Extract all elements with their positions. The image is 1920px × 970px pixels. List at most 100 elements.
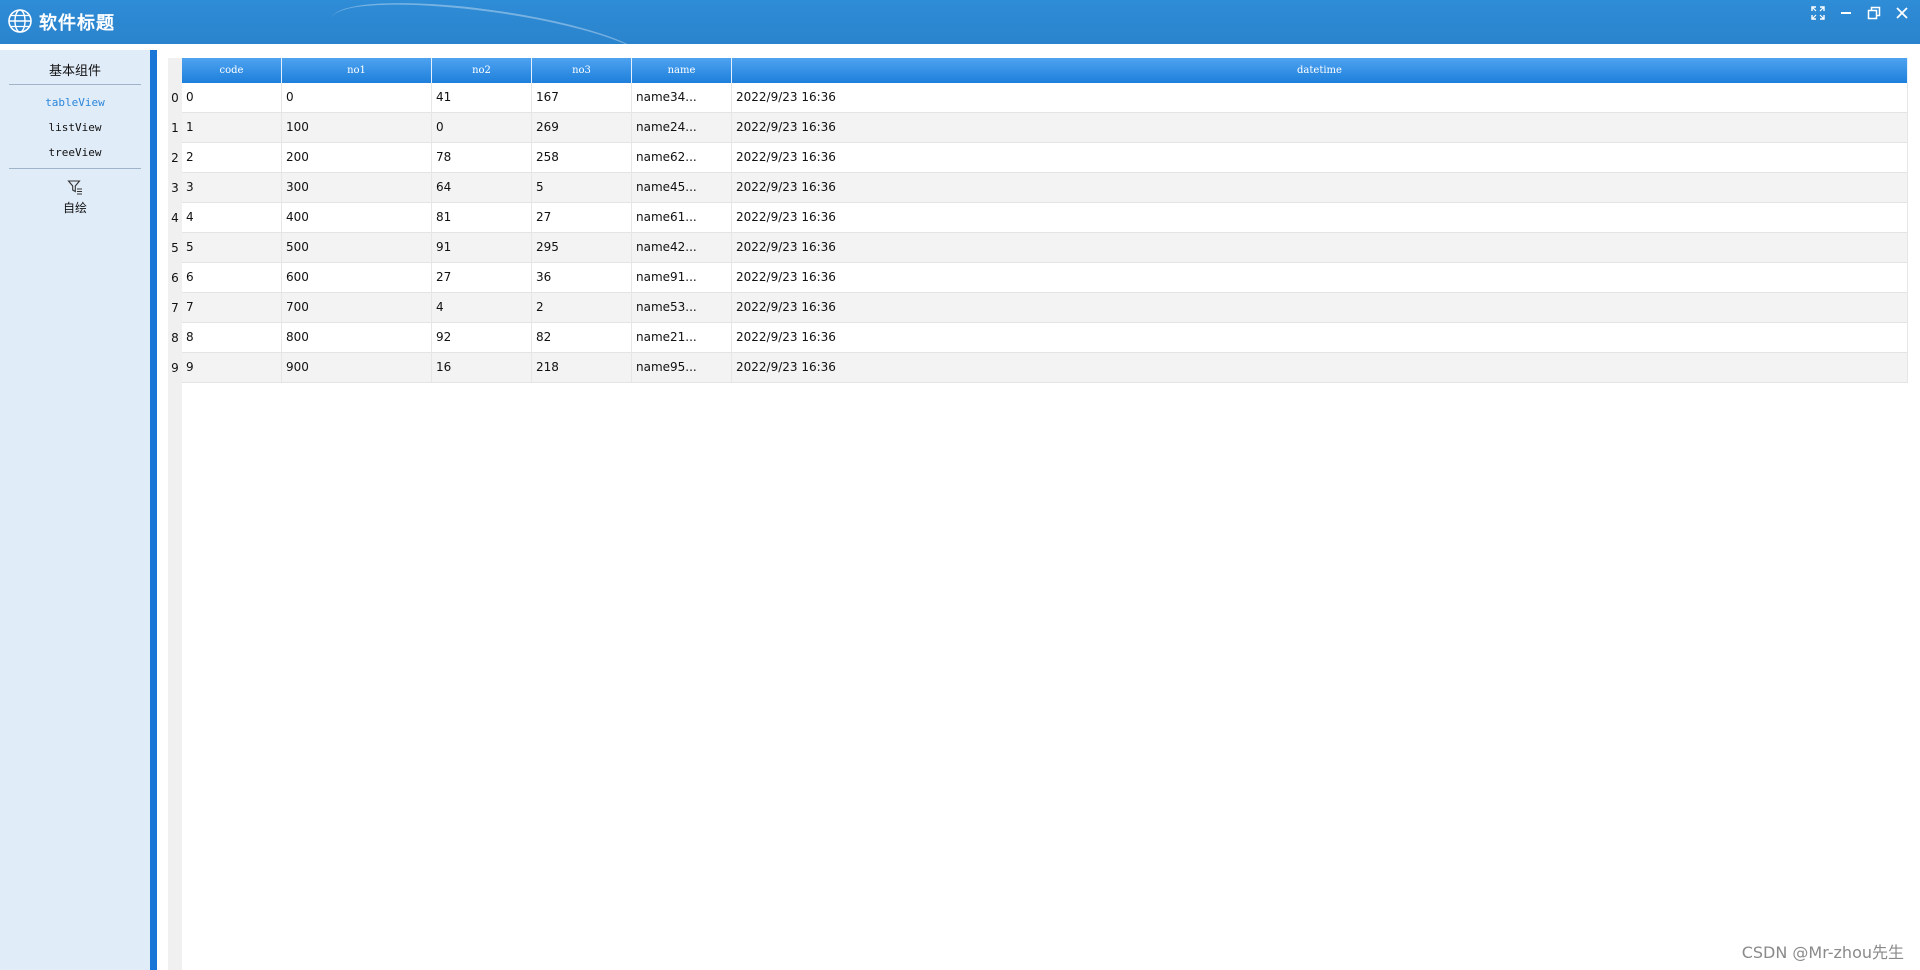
table-cell[interactable]: 500 xyxy=(282,233,432,262)
restore-button[interactable] xyxy=(1862,3,1886,23)
column-header-no3[interactable]: no3 xyxy=(532,58,632,83)
table-cell[interactable]: 218 xyxy=(532,353,632,382)
table-cell[interactable]: 2022/9/23 16:36 xyxy=(732,323,1908,352)
table-cell[interactable]: 3 xyxy=(182,173,282,202)
table-cell[interactable]: 41 xyxy=(432,83,532,112)
table-cell[interactable]: 9 xyxy=(182,353,282,382)
table-cell[interactable]: 2022/9/23 16:36 xyxy=(732,143,1908,172)
table-cell[interactable]: 300 xyxy=(282,173,432,202)
table-cell[interactable]: 258 xyxy=(532,143,632,172)
row-header[interactable]: 3 xyxy=(168,173,182,203)
column-header-no2[interactable]: no2 xyxy=(432,58,532,83)
row-header[interactable]: 7 xyxy=(168,293,182,323)
table-cell[interactable]: 2022/9/23 16:36 xyxy=(732,353,1908,382)
table-row[interactable]: 3 300 64 5 name45... 2022/9/23 16:36 xyxy=(182,173,1908,203)
row-header[interactable]: 4 xyxy=(168,203,182,233)
table-cell[interactable]: 6 xyxy=(182,263,282,292)
table-cell[interactable]: 800 xyxy=(282,323,432,352)
table-cell[interactable]: 27 xyxy=(432,263,532,292)
table-row[interactable]: 4 400 81 27 name61... 2022/9/23 16:36 xyxy=(182,203,1908,233)
row-header[interactable]: 5 xyxy=(168,233,182,263)
minimize-icon xyxy=(1841,12,1851,14)
table-row[interactable]: 8 800 92 82 name21... 2022/9/23 16:36 xyxy=(182,323,1908,353)
table-cell[interactable]: name91... xyxy=(632,263,732,292)
table-cell[interactable]: 7 xyxy=(182,293,282,322)
table-cell[interactable]: 2 xyxy=(532,293,632,322)
table-cell[interactable]: 2022/9/23 16:36 xyxy=(732,203,1908,232)
table-cell[interactable]: 2022/9/23 16:36 xyxy=(732,83,1908,112)
table-cell[interactable]: 700 xyxy=(282,293,432,322)
nav-section-title: 基本组件 xyxy=(48,64,101,79)
table-cell[interactable]: 4 xyxy=(182,203,282,232)
table-cell[interactable]: name21... xyxy=(632,323,732,352)
column-header-code[interactable]: code xyxy=(182,58,282,83)
table-cell[interactable]: 2022/9/23 16:36 xyxy=(732,113,1908,142)
minimize-button[interactable] xyxy=(1834,3,1858,23)
table-cell[interactable]: 92 xyxy=(432,323,532,352)
table-cell[interactable]: 600 xyxy=(282,263,432,292)
table-cell[interactable]: 4 xyxy=(432,293,532,322)
nav-item-custom-draw[interactable]: 自绘 xyxy=(0,179,150,216)
row-header[interactable]: 6 xyxy=(168,263,182,293)
row-header[interactable]: 0 xyxy=(168,83,182,113)
table-cell[interactable]: name53... xyxy=(632,293,732,322)
column-header-datetime[interactable]: datetime xyxy=(732,58,1908,83)
table-cell[interactable]: 16 xyxy=(432,353,532,382)
table-row[interactable]: 6 600 27 36 name91... 2022/9/23 16:36 xyxy=(182,263,1908,293)
row-header[interactable]: 9 xyxy=(168,353,182,383)
close-icon xyxy=(1896,7,1908,19)
column-header-name[interactable]: name xyxy=(632,58,732,83)
nav-item-treeview[interactable]: treeView xyxy=(0,146,150,159)
table-cell[interactable]: name24... xyxy=(632,113,732,142)
filter-icon xyxy=(67,180,82,195)
table-cell[interactable]: 0 xyxy=(182,83,282,112)
close-button[interactable] xyxy=(1890,3,1914,23)
table-cell[interactable]: 78 xyxy=(432,143,532,172)
table-row[interactable]: 5 500 91 295 name42... 2022/9/23 16:36 xyxy=(182,233,1908,263)
restore-icon xyxy=(1867,6,1881,20)
table-cell[interactable]: 5 xyxy=(532,173,632,202)
table-cell[interactable]: name62... xyxy=(632,143,732,172)
table-cell[interactable]: 1 xyxy=(182,113,282,142)
table-cell[interactable]: name42... xyxy=(632,233,732,262)
table-row[interactable]: 7 700 4 2 name53... 2022/9/23 16:36 xyxy=(182,293,1908,323)
table-cell[interactable]: 0 xyxy=(432,113,532,142)
table-row[interactable]: 0 0 41 167 name34... 2022/9/23 16:36 xyxy=(182,83,1908,113)
nav-item-listview[interactable]: listView xyxy=(0,121,150,134)
nav-item-tableview[interactable]: tableView xyxy=(0,96,150,109)
table-cell[interactable]: 91 xyxy=(432,233,532,262)
table-cell[interactable]: 2022/9/23 16:36 xyxy=(732,173,1908,202)
table-cell[interactable]: 5 xyxy=(182,233,282,262)
table-cell[interactable]: 295 xyxy=(532,233,632,262)
table-cell[interactable]: 64 xyxy=(432,173,532,202)
row-header[interactable]: 8 xyxy=(168,323,182,353)
table-row[interactable]: 2 200 78 258 name62... 2022/9/23 16:36 xyxy=(182,143,1908,173)
table-cell[interactable]: name95... xyxy=(632,353,732,382)
row-header[interactable]: 1 xyxy=(168,113,182,143)
table-cell[interactable]: 82 xyxy=(532,323,632,352)
table-cell[interactable]: name61... xyxy=(632,203,732,232)
table-cell[interactable]: 0 xyxy=(282,83,432,112)
table-cell[interactable]: 269 xyxy=(532,113,632,142)
table-cell[interactable]: 2022/9/23 16:36 xyxy=(732,293,1908,322)
table-cell[interactable]: 400 xyxy=(282,203,432,232)
table-cell[interactable]: name45... xyxy=(632,173,732,202)
table-cell[interactable]: 27 xyxy=(532,203,632,232)
table-cell[interactable]: 2 xyxy=(182,143,282,172)
table-cell[interactable]: 100 xyxy=(282,113,432,142)
column-header-no1[interactable]: no1 xyxy=(282,58,432,83)
row-header[interactable]: 2 xyxy=(168,143,182,173)
table-cell[interactable]: 36 xyxy=(532,263,632,292)
table-cell[interactable]: 167 xyxy=(532,83,632,112)
table-cell[interactable]: 8 xyxy=(182,323,282,352)
table-row[interactable]: 9 900 16 218 name95... 2022/9/23 16:36 xyxy=(182,353,1908,383)
table-cell[interactable]: 81 xyxy=(432,203,532,232)
nav-divider xyxy=(9,84,141,85)
table-cell[interactable]: 2022/9/23 16:36 xyxy=(732,263,1908,292)
table-cell[interactable]: name34... xyxy=(632,83,732,112)
table-cell[interactable]: 2022/9/23 16:36 xyxy=(732,233,1908,262)
table-row[interactable]: 1 100 0 269 name24... 2022/9/23 16:36 xyxy=(182,113,1908,143)
fullscreen-button[interactable] xyxy=(1806,3,1830,23)
table-cell[interactable]: 900 xyxy=(282,353,432,382)
table-cell[interactable]: 200 xyxy=(282,143,432,172)
